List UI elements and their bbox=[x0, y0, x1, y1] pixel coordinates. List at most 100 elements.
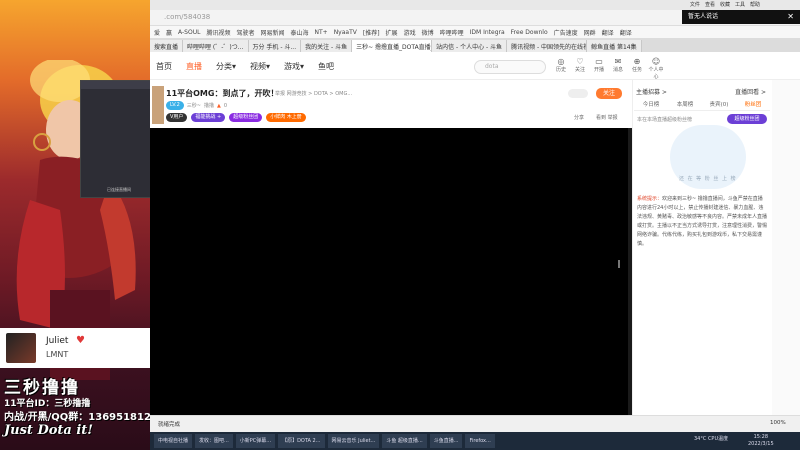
bookmarks-bar: 爱赢 A-SOUL 腾讯视频 驾驶者 网易新闻 泰山海 NT+ NyaaTV [推荐] 扩展 游戏微… bbox=[150, 26, 800, 38]
message-button[interactable]: ✉ 消息 bbox=[609, 57, 627, 73]
bookmark-item[interactable]: 翻译 bbox=[602, 28, 614, 37]
streamer-avatar[interactable] bbox=[152, 86, 164, 124]
browser-tab[interactable]: 万分 手机 - 斗... bbox=[248, 40, 302, 52]
browser-tab[interactable]: 站内信 - 个人中心 - 斗鱼 bbox=[432, 40, 508, 52]
fan-club-button[interactable]: 超级粉丝团 bbox=[727, 114, 767, 124]
system-notice-text: 欢迎来到三秒~ 撸撸直播间，斗鱼严禁在直播内容进行24小时以上，禁止传播封建迷信… bbox=[637, 196, 768, 247]
task-button[interactable]: ⊕ 任务 bbox=[628, 57, 646, 73]
nav-item[interactable]: 视频▾ bbox=[250, 61, 270, 72]
bookmark-item[interactable]: NT+ bbox=[315, 29, 328, 36]
taskbar-item[interactable]: 【原】DOTA 2... bbox=[278, 434, 325, 448]
browser-tab[interactable]: 我的关注 - 斗鱼 bbox=[301, 40, 353, 52]
video-player[interactable] bbox=[150, 128, 628, 415]
room-category[interactable]: 举报 网游竞技 > DOTA > OMG... bbox=[275, 90, 352, 97]
menu-item[interactable]: 工具 bbox=[735, 1, 745, 8]
taskbar-item[interactable]: 发收：图吧... bbox=[195, 434, 233, 448]
history-button[interactable]: ◎ 历史 bbox=[552, 57, 570, 73]
album-art bbox=[6, 333, 36, 363]
level-badge: LV.2 bbox=[166, 101, 184, 110]
bookmark-item[interactable]: 驾驶者 bbox=[236, 28, 254, 37]
rank-tab[interactable]: 本周榜 bbox=[668, 99, 702, 110]
bookmark-item[interactable]: 扩展 bbox=[386, 28, 398, 37]
browser-tab[interactable]: 搜索直播 bbox=[150, 40, 184, 52]
browser-tab[interactable]: 哔哩哔哩 (゜-゜)つ... bbox=[183, 40, 249, 52]
follow-button[interactable]: 关注 bbox=[596, 88, 622, 99]
nav-item[interactable]: 分类▾ bbox=[216, 61, 236, 72]
bookmark-item[interactable]: [推荐] bbox=[363, 28, 380, 37]
broadcast-icon: ▭ bbox=[595, 57, 603, 66]
rank-tab[interactable]: 贵宾(0) bbox=[702, 99, 736, 110]
zoom-level[interactable]: 100% bbox=[770, 420, 786, 426]
bookmark-item[interactable]: 网群 bbox=[584, 28, 596, 37]
toggle-switch[interactable] bbox=[568, 89, 588, 98]
platform-name: 撸撸 bbox=[204, 103, 215, 109]
bookmark-item[interactable]: 网易新闻 bbox=[260, 28, 284, 37]
replay-link[interactable]: 直播回看 > bbox=[735, 87, 766, 96]
bookmark-item[interactable]: NyaaTV bbox=[334, 29, 357, 36]
browser-tab[interactable]: 三秒~ 撸撸直播_DOTA直播_斗... bbox=[352, 40, 433, 52]
taskbar-item[interactable]: 小新PC弹幕... bbox=[235, 434, 276, 448]
follow-icon: ♡ bbox=[576, 57, 584, 66]
bookmark-item[interactable]: 赢 bbox=[166, 28, 172, 37]
follow-button[interactable]: ♡ 关注 bbox=[571, 57, 589, 73]
menu-item[interactable]: 帮助 bbox=[750, 1, 760, 8]
nav-item[interactable]: 直播 bbox=[186, 61, 202, 72]
notification-bar: 暂无人说话 ✕ bbox=[682, 10, 800, 24]
history-icon: ◎ bbox=[557, 57, 565, 66]
menu-item[interactable]: 收藏 bbox=[720, 1, 730, 8]
rank-tab[interactable]: 今日榜 bbox=[634, 99, 668, 110]
taskbar-item[interactable]: 斗鱼直播... bbox=[429, 434, 463, 448]
bookmark-item[interactable]: 游戏 bbox=[404, 28, 416, 37]
song-title: Juliet bbox=[46, 336, 69, 346]
bookmark-item[interactable]: 广告速度 bbox=[554, 28, 578, 37]
page-scrollbar[interactable] bbox=[772, 80, 800, 420]
close-icon[interactable]: ✕ bbox=[787, 10, 794, 24]
mini-stream-popup[interactable]: 已连接直播间 bbox=[80, 80, 153, 198]
bookmark-item[interactable]: A-SOUL bbox=[178, 29, 200, 36]
room-tag[interactable]: 福能挑战 + bbox=[191, 113, 226, 122]
taskbar-item[interactable]: 中电视自社播 bbox=[154, 434, 193, 448]
bookmark-item[interactable]: 爱 bbox=[154, 28, 160, 37]
recruit-link[interactable]: 主播招募 > bbox=[636, 87, 667, 96]
taskbar-item[interactable]: 网易云音乐 Juliet... bbox=[327, 434, 380, 448]
nav-icon-label: 个人中心 bbox=[648, 67, 664, 80]
room-tag[interactable]: 小鲜肉 木上册 bbox=[266, 113, 306, 122]
taskbar-item[interactable]: 斗鱼 超级直播... bbox=[382, 434, 427, 448]
nav-item[interactable]: 鱼吧 bbox=[318, 61, 334, 72]
bookmark-item[interactable]: 泰山海 bbox=[290, 28, 308, 37]
user-center-button[interactable]: ☺ 个人中心 bbox=[647, 57, 665, 80]
overlay-caption-slogan: Just Dota it! bbox=[4, 423, 94, 438]
system-notice: 系统提示：欢迎来到三秒~ 撸撸直播间，斗鱼严禁在直播内容进行24小时以上，禁止传… bbox=[637, 195, 767, 249]
room-title: 11平台OMG：到点了，开吹！ bbox=[166, 89, 279, 98]
browser-menubar: 文件 查看 收藏 工具 帮助 bbox=[150, 0, 800, 10]
clock-date: 2022/3/15 bbox=[748, 441, 774, 447]
browser-tab[interactable]: 鲸鱼直播 第14集 bbox=[587, 40, 642, 52]
search-input[interactable]: dota bbox=[474, 60, 546, 74]
weather-widget: 34°C CPU温度 bbox=[694, 436, 729, 442]
report-button[interactable]: 看到 举报 bbox=[596, 114, 618, 121]
bookmark-item[interactable]: 翻译 bbox=[620, 28, 632, 37]
browser-tab[interactable]: 腾讯视频 - 中国领先的在线视频 bbox=[507, 40, 588, 52]
browser-tabs: 搜索直播 哔哩哔哩 (゜-゜)つ... 万分 手机 - 斗... 我的关注 - 斗鱼三… bbox=[150, 38, 800, 52]
streamer-name[interactable]: 三秒~ bbox=[187, 102, 201, 109]
bookmark-item[interactable]: IDM Integra bbox=[470, 29, 505, 36]
bookmark-item[interactable]: 腾讯视频 bbox=[206, 28, 230, 37]
status-text: 就绪完成 bbox=[158, 422, 181, 428]
popup-titlebar[interactable] bbox=[81, 81, 153, 89]
nav-item[interactable]: 游戏▾ bbox=[284, 61, 304, 72]
nav-item[interactable]: 首页 bbox=[156, 61, 172, 72]
menu-item[interactable]: 文件 bbox=[690, 1, 700, 8]
bookmark-item[interactable]: 哔哩哔哩 bbox=[440, 28, 464, 37]
room-tag[interactable]: 超级粉丝团 bbox=[229, 113, 263, 122]
system-clock: 15:28 2022/3/15 bbox=[748, 434, 774, 448]
room-tag[interactable]: V用户 bbox=[166, 113, 188, 122]
taskbar-item[interactable]: Firefox... bbox=[465, 434, 495, 448]
rank-tab[interactable]: 粉丝团 bbox=[736, 99, 770, 110]
bookmark-item[interactable]: Free Downlo bbox=[511, 29, 548, 36]
share-button[interactable]: 分享 bbox=[574, 114, 584, 121]
menu-item[interactable]: 查看 bbox=[705, 1, 715, 8]
nav-icon-label: 历史 bbox=[555, 67, 566, 73]
broadcast-button[interactable]: ▭ 开播 bbox=[590, 57, 608, 73]
address-url[interactable]: .com/584038 bbox=[164, 13, 210, 21]
bookmark-item[interactable]: 微博 bbox=[422, 28, 434, 37]
